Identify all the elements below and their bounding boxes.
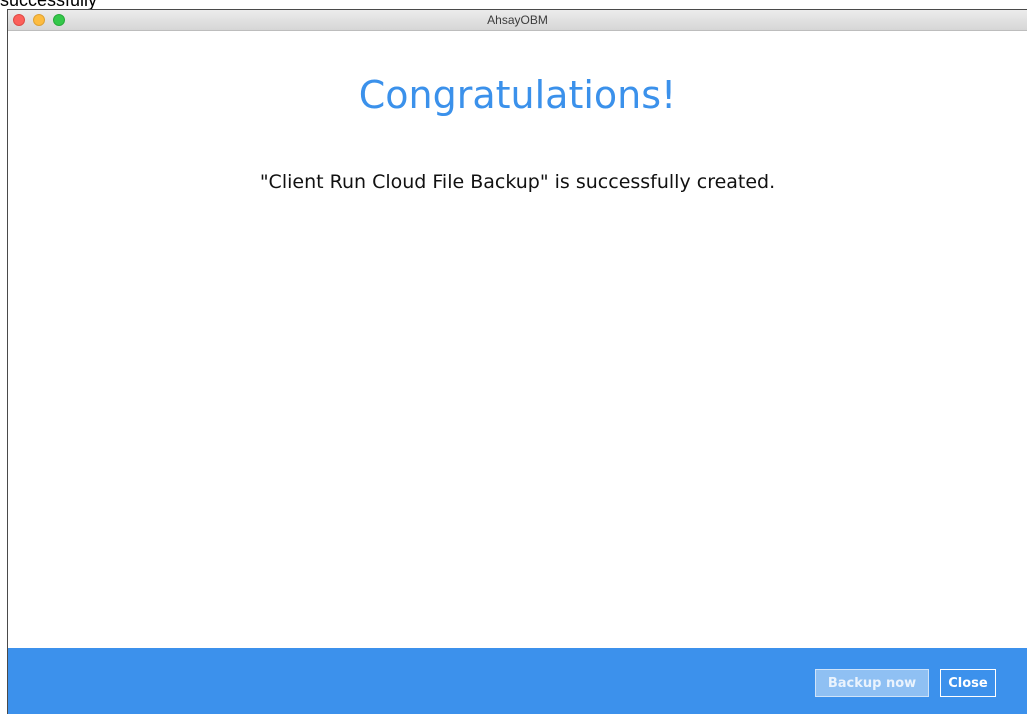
backup-now-button[interactable]: Backup now	[815, 669, 929, 697]
app-window: AhsayOBM Congratulations! "Client Run Cl…	[7, 9, 1027, 714]
window-title: AhsayOBM	[487, 13, 548, 27]
title-bar[interactable]: AhsayOBM	[8, 10, 1027, 31]
congratulations-heading: Congratulations!	[358, 73, 677, 117]
main-content: Congratulations! "Client Run Cloud File …	[8, 31, 1027, 647]
footer-bar: Backup now Close	[8, 648, 1027, 714]
success-message: "Client Run Cloud File Backup" is succes…	[259, 171, 776, 193]
stray-text: successfully	[0, 0, 98, 10]
close-button[interactable]: Close	[940, 669, 996, 697]
page: successfully AhsayOBM Congratulations! "…	[0, 0, 1027, 714]
